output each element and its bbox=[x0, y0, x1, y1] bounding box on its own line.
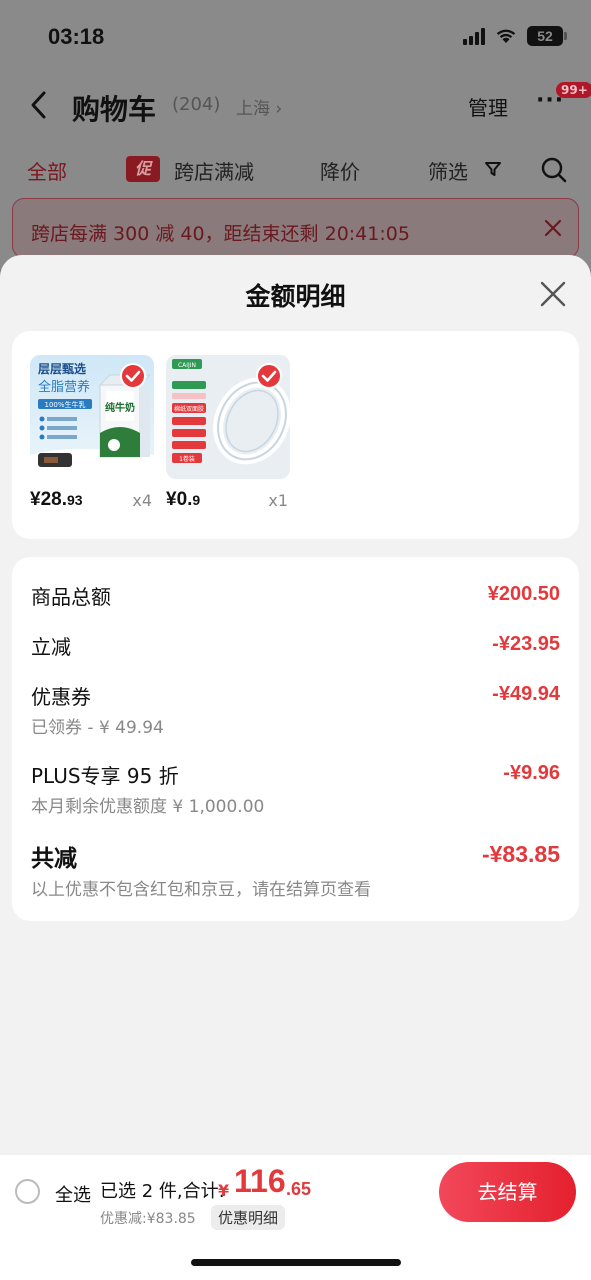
product-image-milk: 纯牛奶 层层甄选 全脂营养 100%生牛乳 bbox=[30, 355, 154, 479]
checked-icon[interactable] bbox=[256, 363, 282, 389]
product-item[interactable]: 纯牛奶 层层甄选 全脂营养 100%生牛乳 ¥28.93 x4 bbox=[30, 355, 154, 510]
location-selector[interactable]: 上海 › bbox=[236, 94, 282, 119]
status-bar: 03:18 52 bbox=[0, 0, 591, 70]
status-time: 03:18 bbox=[48, 24, 105, 49]
tab-filter[interactable]: 筛选 bbox=[428, 156, 468, 185]
checked-icon[interactable] bbox=[120, 363, 146, 389]
svg-text:全脂营养: 全脂营养 bbox=[38, 379, 90, 395]
selected-summary: 已选 2 件,合计: bbox=[100, 1181, 225, 1202]
amount-breakdown: 商品总额 ¥200.50 立减 -¥23.95 优惠券 -¥49.94 已领券 … bbox=[12, 557, 579, 921]
subtotal-label: 商品总额 bbox=[31, 585, 111, 609]
plus-discount-value: -¥9.96 bbox=[503, 762, 560, 784]
product-list: 纯牛奶 层层甄选 全脂营养 100%生牛乳 ¥28.93 x4 CAIJIN 棉… bbox=[12, 331, 579, 539]
background-page: 03:18 52 购物车 (204) 上海 › 管理 ··· 99+ 全部 促 … bbox=[0, 0, 591, 270]
promo-banner: 跨店每满 300 减 40，距结束还剩 20:41:05 bbox=[12, 198, 579, 258]
product-quantity: x1 bbox=[268, 491, 288, 510]
battery-icon: 52 bbox=[527, 26, 567, 46]
sheet-title: 金额明细 bbox=[245, 282, 346, 311]
home-indicator bbox=[191, 1259, 401, 1266]
tab-all[interactable]: 全部 bbox=[27, 156, 67, 185]
amount-detail-sheet: 金额明细 纯牛奶 层层甄选 全脂营养 100%生牛乳 ¥28.93 x4 CAI… bbox=[0, 255, 591, 1280]
nav-bar: 购物车 (204) 上海 › 管理 ··· 99+ bbox=[0, 78, 591, 134]
promo-banner-text: 跨店每满 300 减 40，距结束还剩 20:41:05 bbox=[31, 223, 410, 245]
total-amount: 116 bbox=[234, 1163, 286, 1199]
tab-cross-store[interactable]: 跨店满减 bbox=[174, 156, 254, 185]
product-price: ¥0.9 bbox=[166, 489, 201, 510]
message-badge: 99+ bbox=[556, 82, 591, 98]
cart-count: (204) bbox=[172, 94, 221, 115]
status-icons: 52 bbox=[463, 26, 567, 46]
instant-discount-label: 立减 bbox=[31, 635, 71, 659]
discount-detail-button[interactable]: 优惠明细 bbox=[211, 1205, 286, 1230]
total-discount-label: 共减 bbox=[31, 846, 77, 872]
close-icon[interactable] bbox=[544, 219, 562, 237]
svg-text:纯牛奶: 纯牛奶 bbox=[105, 401, 135, 414]
select-all-radio[interactable] bbox=[15, 1179, 40, 1204]
tab-price-drop[interactable]: 降价 bbox=[320, 156, 360, 185]
plus-discount-label: PLUS专享 95 折 bbox=[31, 764, 179, 788]
select-all-label[interactable]: 全选 bbox=[55, 1181, 91, 1207]
signal-icon bbox=[463, 27, 485, 45]
instant-discount-value: -¥23.95 bbox=[492, 633, 560, 655]
discount-summary: 优惠减:¥83.85 bbox=[100, 1211, 196, 1227]
plus-quota-text: 本月剩余优惠额度 ¥ 1,000.00 bbox=[31, 797, 265, 817]
total-currency: ¥ bbox=[218, 1181, 230, 1200]
close-icon[interactable] bbox=[540, 281, 566, 307]
product-price: ¥28.93 bbox=[30, 489, 83, 510]
product-image-tape: CAIJIN 棉纸双面胶 1卷装 bbox=[166, 355, 290, 479]
wifi-icon bbox=[496, 29, 516, 43]
coupon-value: -¥49.94 bbox=[492, 683, 560, 705]
svg-text:1卷装: 1卷装 bbox=[179, 455, 195, 463]
manage-button[interactable]: 管理 bbox=[468, 92, 508, 121]
coupon-detail: 已领券 - ¥ 49.94 bbox=[31, 718, 164, 738]
coupon-label: 优惠券 bbox=[31, 685, 91, 709]
product-item[interactable]: CAIJIN 棉纸双面胶 1卷装 ¥0.9 x1 bbox=[166, 355, 290, 510]
total-discount-value: -¥83.85 bbox=[481, 841, 560, 867]
cart-tabs: 全部 促 跨店满减 降价 筛选 bbox=[0, 150, 591, 190]
total-amount-decimal: .65 bbox=[286, 1179, 312, 1199]
filter-icon[interactable] bbox=[484, 160, 502, 178]
svg-text:棉纸双面胶: 棉纸双面胶 bbox=[174, 405, 204, 413]
product-quantity: x4 bbox=[132, 491, 152, 510]
promo-tag: 促 bbox=[126, 156, 160, 182]
svg-text:CAIJIN: CAIJIN bbox=[178, 362, 196, 369]
page-title: 购物车 bbox=[72, 93, 157, 126]
checkout-button[interactable]: 去结算 bbox=[439, 1162, 576, 1222]
back-icon[interactable] bbox=[28, 90, 50, 120]
total-discount-note: 以上优惠不包含红包和京豆，请在结算页查看 bbox=[31, 880, 371, 900]
subtotal-value: ¥200.50 bbox=[487, 583, 560, 605]
search-icon[interactable] bbox=[540, 156, 568, 184]
svg-text:100%生牛乳: 100%生牛乳 bbox=[44, 400, 85, 409]
svg-text:层层甄选: 层层甄选 bbox=[38, 361, 86, 376]
